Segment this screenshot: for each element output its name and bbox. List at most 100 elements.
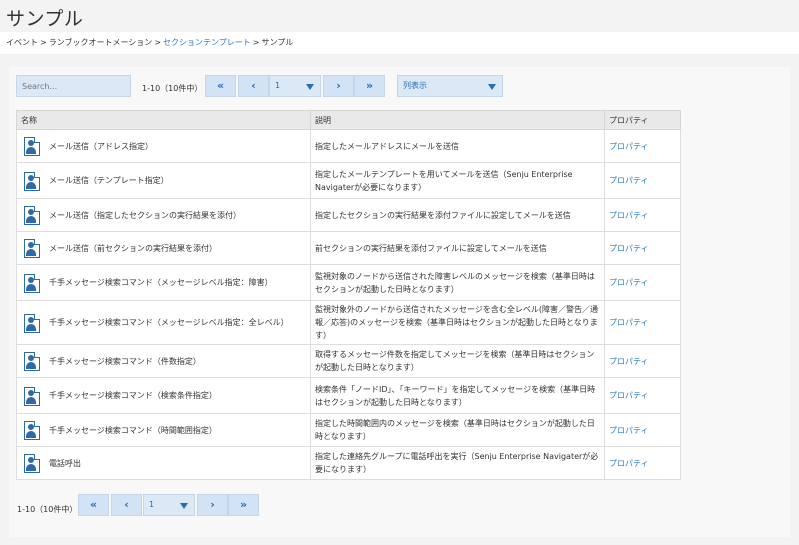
property-link[interactable]: プロパティ (609, 391, 649, 400)
template-user-icon (24, 313, 40, 333)
row-property-cell: プロパティ (604, 446, 681, 480)
template-description: 取得するメッセージ件数を指定してメッセージを検索（基準日時はセクションが起動した… (310, 344, 605, 378)
row-property-cell: プロパティ (604, 198, 681, 232)
breadcrumb-separator: > (154, 38, 162, 47)
prev-page-button-bottom[interactable]: ‹ (111, 494, 142, 516)
template-description: 指定した連絡先グループに電話呼出を実行（Senju Enterprise Nav… (310, 446, 605, 480)
page-select[interactable]: 1 (269, 75, 321, 97)
row-property-cell: プロパティ (604, 129, 681, 163)
range-count-bottom: 1-10（10件中） (17, 505, 78, 514)
page-title: サンプル (6, 8, 84, 30)
next-page-button[interactable]: › (323, 75, 354, 97)
table-row[interactable]: メール送信（前セクションの実行結果を添付） 前セクションの実行結果を添付ファイルに… (16, 231, 681, 265)
property-link[interactable]: プロパティ (609, 142, 649, 151)
template-user-icon (24, 239, 40, 258)
column-header-description[interactable]: 説明 (310, 110, 605, 130)
row-name-cell: 千手メッセージ検索コマンド（時間範囲指定） (16, 413, 311, 447)
row-property-cell: プロパティ (604, 300, 681, 345)
template-name: メール送信（アドレス指定） (49, 141, 153, 151)
breadcrumb-item-section-template[interactable]: セクションテンプレート (163, 38, 251, 47)
chevron-down-icon (306, 84, 314, 90)
template-name: メール送信（指定したセクションの実行結果を添付） (49, 210, 241, 220)
template-user-icon (24, 137, 40, 156)
template-description: 前セクションの実行結果を添付ファイルに設定してメールを送信 (310, 231, 605, 265)
breadcrumb-item-current: サンプル (261, 38, 294, 47)
range-count: 1-10（10件中） (142, 84, 203, 93)
next-page-button-bottom[interactable]: › (197, 494, 228, 516)
property-link[interactable]: プロパティ (609, 459, 649, 468)
search-input[interactable] (16, 75, 131, 97)
table-row[interactable]: 千手メッセージ検索コマンド（メッセージレベル指定：全レベル） 監視対象外のノードか… (16, 300, 681, 345)
row-name-cell: 千手メッセージ検索コマンド（メッセージレベル指定：障害） (16, 264, 311, 301)
template-name: 千手メッセージ検索コマンド（時間範囲指定） (49, 425, 217, 435)
template-name: 千手メッセージ検索コマンド（検索条件指定） (49, 391, 217, 400)
table-row[interactable]: メール送信（テンプレート指定） 指定したメールテンプレートを用いてメールを送信（S… (16, 162, 681, 199)
template-description: 指定したメールテンプレートを用いてメールを送信（Senju Enterprise… (310, 162, 605, 199)
chevron-down-icon (180, 503, 188, 509)
row-name-cell: 千手メッセージ検索コマンド（メッセージレベル指定：全レベル） (16, 300, 311, 345)
template-description: 指定したメールアドレスにメールを送信 (310, 129, 605, 163)
property-link[interactable]: プロパティ (609, 211, 649, 220)
table-row[interactable]: 千手メッセージ検索コマンド（メッセージレベル指定：障害） 監視対象のノードから送信… (16, 264, 681, 301)
row-name-cell: メール送信（前セクションの実行結果を添付） (16, 231, 311, 265)
property-link[interactable]: プロパティ (609, 318, 649, 327)
column-header-name[interactable]: 名称 (16, 110, 311, 130)
row-name-cell: メール送信（アドレス指定） (16, 129, 311, 163)
table-row[interactable]: メール送信（アドレス指定） 指定したメールアドレスにメールを送信 プロパティ (16, 129, 681, 163)
table-row[interactable]: 千手メッセージ検索コマンド（時間範囲指定） 指定した時間範囲内のメッセージを検索（… (16, 413, 681, 447)
row-name-cell: 千手メッセージ検索コマンド（件数指定） (16, 344, 311, 378)
template-description: 監視対象のノードから送信された障害レベルのメッセージを検索（基準日時はセクション… (310, 264, 605, 301)
page-select-value: 1 (275, 81, 281, 90)
prev-page-button[interactable]: ‹ (238, 75, 269, 97)
template-user-icon (24, 171, 40, 191)
breadcrumb-separator: > (40, 38, 47, 47)
row-property-cell: プロパティ (604, 264, 681, 301)
template-user-icon (24, 386, 40, 406)
template-name: メール送信（テンプレート指定） (49, 176, 169, 185)
template-table: 名称 説明 プロパティ メール送信（アドレス指定） 指定したメールアドレスにメール… (16, 110, 681, 480)
row-property-cell: プロパティ (604, 377, 681, 414)
view-select[interactable]: 列表示 (397, 75, 503, 97)
table-row[interactable]: メール送信（指定したセクションの実行結果を添付） 指定したセクションの実行結果を添… (16, 198, 681, 232)
template-user-icon (24, 273, 40, 293)
view-select-value: 列表示 (403, 81, 427, 90)
row-name-cell: 電話呼出 (16, 446, 311, 480)
first-page-button-bottom[interactable]: « (78, 494, 109, 516)
template-name: 千手メッセージ検索コマンド（件数指定） (49, 356, 201, 366)
template-description: 監視対象外のノードから送信されたメッセージを含む全レベル(障害／警告／通報／応答… (310, 300, 605, 345)
table-row[interactable]: 千手メッセージ検索コマンド（件数指定） 取得するメッセージ件数を指定してメッセージ… (16, 344, 681, 378)
template-name: メール送信（前セクションの実行結果を添付） (49, 243, 217, 253)
row-property-cell: プロパティ (604, 344, 681, 378)
row-property-cell: プロパティ (604, 231, 681, 265)
template-user-icon (24, 421, 40, 440)
breadcrumb-item-runbook[interactable]: ランブックオートメーション (49, 38, 153, 47)
property-link[interactable]: プロパティ (609, 357, 649, 366)
last-page-button[interactable]: » (354, 75, 385, 97)
table-row[interactable]: 千手メッセージ検索コマンド（検索条件指定） 検索条件「ノードID」、「キーワード」… (16, 377, 681, 414)
column-header-property[interactable]: プロパティ (604, 110, 681, 130)
property-link[interactable]: プロパティ (609, 426, 649, 435)
row-name-cell: 千手メッセージ検索コマンド（検索条件指定） (16, 377, 311, 414)
template-description: 指定したセクションの実行結果を添付ファイルに設定してメールを送信 (310, 198, 605, 232)
template-name: 千手メッセージ検索コマンド（メッセージレベル指定：全レベル） (49, 318, 289, 327)
property-link[interactable]: プロパティ (609, 278, 649, 287)
row-property-cell: プロパティ (604, 413, 681, 447)
breadcrumb-item-event[interactable]: イベント (6, 38, 38, 47)
template-user-icon (24, 454, 40, 473)
row-property-cell: プロパティ (604, 162, 681, 199)
template-name: 電話呼出 (49, 458, 81, 468)
template-user-icon (24, 352, 40, 371)
table-row[interactable]: 電話呼出 指定した連絡先グループに電話呼出を実行（Senju Enterprise… (16, 446, 681, 480)
page-select-bottom-value: 1 (149, 500, 155, 509)
template-description: 指定した時間範囲内のメッセージを検索（基準日時はセクションが起動した日時となりま… (310, 413, 605, 447)
last-page-button-bottom[interactable]: » (228, 494, 259, 516)
page-select-bottom[interactable]: 1 (143, 494, 195, 516)
property-link[interactable]: プロパティ (609, 176, 649, 185)
template-description: 検索条件「ノードID」、「キーワード」を指定してメッセージを検索（基準日時はセク… (310, 377, 605, 414)
template-name: 千手メッセージ検索コマンド（メッセージレベル指定：障害） (49, 278, 273, 287)
first-page-button[interactable]: « (205, 75, 236, 97)
chevron-down-icon (488, 84, 496, 90)
row-name-cell: メール送信（テンプレート指定） (16, 162, 311, 199)
table-header-row: 名称 説明 プロパティ (16, 110, 681, 130)
property-link[interactable]: プロパティ (609, 244, 649, 253)
